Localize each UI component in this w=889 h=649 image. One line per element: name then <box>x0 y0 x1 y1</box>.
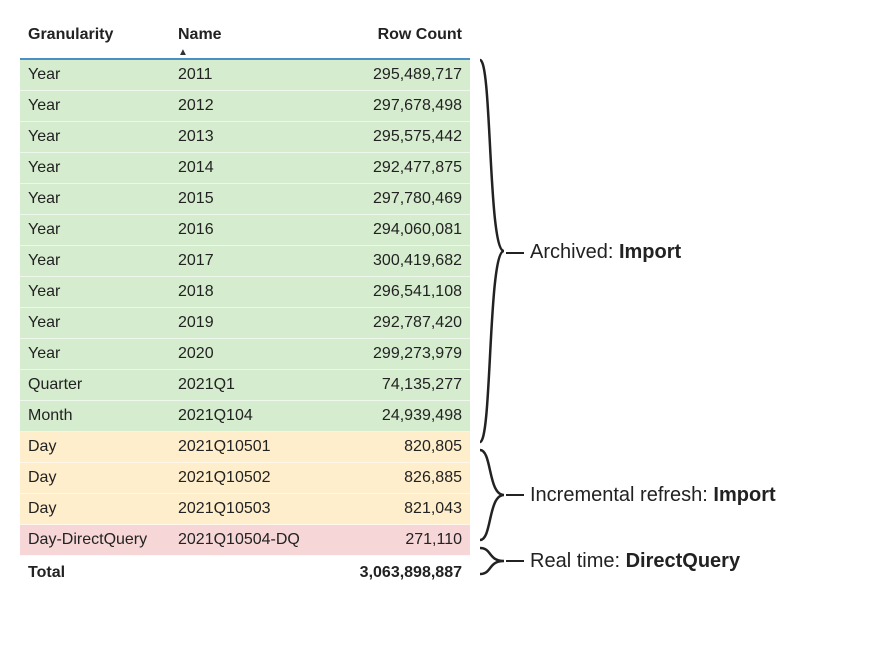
table-row[interactable]: Year2019292,787,420 <box>20 308 470 339</box>
table-row[interactable]: Year2011295,489,717 <box>20 59 470 91</box>
cell-granularity: Year <box>20 308 170 339</box>
cell-granularity: Day <box>20 432 170 463</box>
header-name-label: Name <box>178 26 222 43</box>
cell-name: 2021Q1 <box>170 370 320 401</box>
cell-rowcount: 297,678,498 <box>320 91 470 122</box>
cell-rowcount: 294,060,081 <box>320 215 470 246</box>
cell-rowcount: 292,787,420 <box>320 308 470 339</box>
cell-name: 2014 <box>170 153 320 184</box>
cell-rowcount: 826,885 <box>320 463 470 494</box>
table-row[interactable]: Day2021Q10503821,043 <box>20 494 470 525</box>
cell-name: 2017 <box>170 246 320 277</box>
annotations: Archived: Import Incremental refresh: Im… <box>478 56 858 616</box>
annotation-incremental-prefix: Incremental refresh: <box>530 484 713 506</box>
cell-granularity: Year <box>20 246 170 277</box>
cell-name: 2015 <box>170 184 320 215</box>
table-row[interactable]: Day2021Q10501820,805 <box>20 432 470 463</box>
total-row: Total 3,063,898,887 <box>20 556 470 591</box>
cell-name: 2011 <box>170 59 320 91</box>
cell-granularity: Day <box>20 494 170 525</box>
cell-name: 2019 <box>170 308 320 339</box>
sort-ascending-icon: ▲ <box>178 47 188 58</box>
annotation-realtime: Real time: DirectQuery <box>530 550 740 573</box>
dash-incremental <box>506 494 524 496</box>
cell-rowcount: 297,780,469 <box>320 184 470 215</box>
table-row[interactable]: Quarter2021Q174,135,277 <box>20 370 470 401</box>
table-row[interactable]: Day-DirectQuery2021Q10504-DQ271,110 <box>20 525 470 556</box>
cell-rowcount: 24,939,498 <box>320 401 470 432</box>
dash-realtime <box>506 560 524 562</box>
annotation-realtime-bold: DirectQuery <box>626 550 741 572</box>
cell-rowcount: 821,043 <box>320 494 470 525</box>
header-granularity[interactable]: Granularity <box>20 20 170 59</box>
cell-name: 2021Q10501 <box>170 432 320 463</box>
cell-rowcount: 271,110 <box>320 525 470 556</box>
cell-rowcount: 292,477,875 <box>320 153 470 184</box>
cell-rowcount: 295,575,442 <box>320 122 470 153</box>
header-name[interactable]: Name ▲ <box>170 20 320 59</box>
bracket-incremental <box>478 446 506 544</box>
cell-granularity: Year <box>20 339 170 370</box>
cell-name: 2016 <box>170 215 320 246</box>
cell-granularity: Year <box>20 215 170 246</box>
cell-granularity: Year <box>20 91 170 122</box>
bracket-realtime <box>478 544 506 578</box>
cell-rowcount: 295,489,717 <box>320 59 470 91</box>
cell-granularity: Year <box>20 153 170 184</box>
cell-rowcount: 299,273,979 <box>320 339 470 370</box>
cell-granularity: Year <box>20 277 170 308</box>
cell-rowcount: 74,135,277 <box>320 370 470 401</box>
table-row[interactable]: Year2013295,575,442 <box>20 122 470 153</box>
cell-name: 2021Q10504-DQ <box>170 525 320 556</box>
cell-granularity: Quarter <box>20 370 170 401</box>
cell-granularity: Month <box>20 401 170 432</box>
cell-granularity: Year <box>20 184 170 215</box>
annotation-archived: Archived: Import <box>530 241 681 264</box>
dash-archived <box>506 252 524 254</box>
table-row[interactable]: Year2016294,060,081 <box>20 215 470 246</box>
table-row[interactable]: Year2020299,273,979 <box>20 339 470 370</box>
cell-rowcount: 300,419,682 <box>320 246 470 277</box>
cell-name: 2018 <box>170 277 320 308</box>
annotation-incremental-bold: Import <box>713 484 775 506</box>
header-rowcount[interactable]: Row Count <box>320 20 470 59</box>
cell-granularity: Day <box>20 463 170 494</box>
annotation-realtime-prefix: Real time: <box>530 550 626 572</box>
annotation-incremental: Incremental refresh: Import <box>530 484 776 507</box>
partition-table: Granularity Name ▲ Row Count Year2011295… <box>20 20 470 590</box>
cell-granularity: Day-DirectQuery <box>20 525 170 556</box>
bracket-archived <box>478 56 506 446</box>
cell-name: 2012 <box>170 91 320 122</box>
table-row[interactable]: Year2018296,541,108 <box>20 277 470 308</box>
cell-name: 2021Q104 <box>170 401 320 432</box>
cell-name: 2021Q10503 <box>170 494 320 525</box>
cell-granularity: Year <box>20 59 170 91</box>
table-row[interactable]: Year2014292,477,875 <box>20 153 470 184</box>
annotation-archived-bold: Import <box>619 241 681 263</box>
header-row: Granularity Name ▲ Row Count <box>20 20 470 59</box>
cell-granularity: Year <box>20 122 170 153</box>
table-row[interactable]: Year2015297,780,469 <box>20 184 470 215</box>
cell-name: 2021Q10502 <box>170 463 320 494</box>
total-value: 3,063,898,887 <box>320 556 470 591</box>
cell-name: 2020 <box>170 339 320 370</box>
total-label: Total <box>20 556 170 591</box>
table-row[interactable]: Year2012297,678,498 <box>20 91 470 122</box>
table-row[interactable]: Day2021Q10502826,885 <box>20 463 470 494</box>
cell-name: 2013 <box>170 122 320 153</box>
table-row[interactable]: Year2017300,419,682 <box>20 246 470 277</box>
table-row[interactable]: Month2021Q10424,939,498 <box>20 401 470 432</box>
cell-rowcount: 296,541,108 <box>320 277 470 308</box>
cell-rowcount: 820,805 <box>320 432 470 463</box>
annotation-archived-prefix: Archived: <box>530 241 619 263</box>
